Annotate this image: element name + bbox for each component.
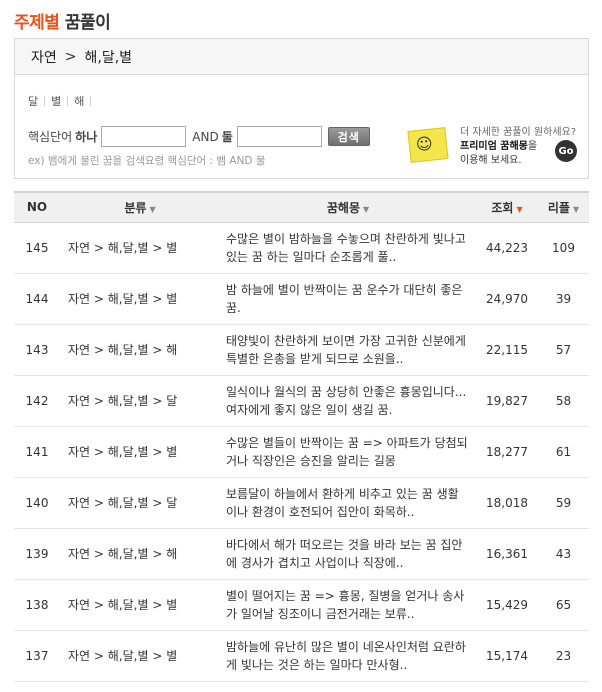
row-replies: 43 <box>538 528 589 580</box>
row-category[interactable]: 자연 > 해,달,별 > 별 <box>60 222 220 274</box>
header-dream[interactable]: 꿈해몽 ▼ <box>220 191 476 223</box>
header-views[interactable]: 조회 ▼ <box>476 191 538 223</box>
premium-promo[interactable]: ☺ 더 자세한 꿈풀이 원하세요? 프리미엄 꿈해몽을 이용해 보세요. Go <box>407 123 589 171</box>
header-no: NO <box>14 191 60 223</box>
search-example: ex) 뱀에게 물린 꿈을 검색요령 핵심단어 : 뱀 AND 물 <box>28 155 266 167</box>
subcategory-star[interactable]: 별 <box>51 93 61 109</box>
row-dream-link[interactable]: 보름달이 하늘에서 환하게 비추고 있는 꿈 생활이나 환경이 호전되어 집안이… <box>220 477 476 529</box>
row-dream-link[interactable]: 별이 떨어지는 꿈 => 흉몽, 질병을 얻거나 송사가 일어날 징조이니 금전… <box>220 579 476 631</box>
row-views: 22,115 <box>476 324 538 376</box>
header-replies[interactable]: 리플 ▼ <box>538 191 589 223</box>
header-category[interactable]: 분류 ▼ <box>60 191 220 223</box>
divider <box>90 96 92 106</box>
sort-down-icon: ▼ <box>516 204 523 214</box>
smiley-icon: ☺ <box>414 133 434 155</box>
row-dream-link[interactable]: 태양빛이 찬란하게 보이면 가장 고귀한 신분에게 특별한 은총을 받게 되므로… <box>220 324 476 376</box>
row-replies: 109 <box>538 222 589 274</box>
row-no: 145 <box>14 222 60 274</box>
row-views: 16,361 <box>476 528 538 580</box>
table-row: 144 자연 > 해,달,별 > 별 밤 하늘에 별이 반짝이는 꿈 운수가 대… <box>14 273 589 325</box>
row-views: 15,174 <box>476 630 538 682</box>
sort-down-icon: ▼ <box>149 204 156 214</box>
table-row: 139 자연 > 해,달,별 > 해 바다에서 해가 떠오르는 것을 바라 보는… <box>14 528 589 580</box>
keyword-two-label: 둘 <box>221 130 233 144</box>
and-label: AND <box>192 129 219 144</box>
keyword-one-input[interactable] <box>101 126 187 147</box>
row-views: 15,429 <box>476 579 538 631</box>
row-category[interactable]: 자연 > 해,달,별 > 별 <box>60 273 220 325</box>
page-title-accent: 주제별 <box>14 13 60 33</box>
row-no: 137 <box>14 630 60 682</box>
breadcrumb: 자연 > 해,달,별 <box>15 39 588 75</box>
row-views: 19,827 <box>476 375 538 427</box>
keyword-one-label: 하나 <box>75 130 98 144</box>
row-category[interactable]: 자연 > 해,달,별 > 별 <box>60 579 220 631</box>
row-no: 138 <box>14 579 60 631</box>
table-row: 141 자연 > 해,달,별 > 별 수많은 별들이 반짝이는 꿈 => 아파트… <box>14 426 589 478</box>
subcategory-nav: 달 별 해 <box>28 93 97 109</box>
sort-down-icon: ▼ <box>572 204 580 214</box>
row-dream-link[interactable]: 밤하늘에 유난히 많은 별이 네온사인처럼 요란하게 빛나는 것은 하는 일마다… <box>220 630 476 682</box>
row-replies: 58 <box>538 375 589 427</box>
row-dream-link[interactable]: 밤 하늘에 별이 반짝이는 꿈 운수가 대단히 좋은 꿈. <box>220 273 476 325</box>
table-header-row: NO 분류 ▼ 꿈해몽 ▼ 조회 ▼ 리플 ▼ <box>14 191 589 223</box>
table-row: 138 자연 > 해,달,별 > 별 별이 떨어지는 꿈 => 흉몽, 질병을 … <box>14 579 589 631</box>
breadcrumb-level2[interactable]: 해,달,별 <box>85 47 133 67</box>
keyword-two-input[interactable] <box>236 126 322 147</box>
row-no: 141 <box>14 426 60 478</box>
table-row: 145 자연 > 해,달,별 > 별 수많은 별이 밤하늘을 수놓으며 찬란하게… <box>14 222 589 274</box>
go-button[interactable]: Go <box>555 140 577 162</box>
row-views: 18,018 <box>476 477 538 529</box>
breadcrumb-separator: > <box>64 48 77 65</box>
row-category[interactable]: 자연 > 해,달,별 > 별 <box>60 630 220 682</box>
row-views: 24,970 <box>476 273 538 325</box>
row-replies: 59 <box>538 477 589 529</box>
sticky-note-icon: ☺ <box>407 127 449 163</box>
row-no: 140 <box>14 477 60 529</box>
table-row: 142 자연 > 해,달,별 > 달 일식이나 월식의 꿈 상당히 안좋은 흉몽… <box>14 375 589 427</box>
row-category[interactable]: 자연 > 해,달,별 > 해 <box>60 528 220 580</box>
row-dream-link[interactable]: 일식이나 월식의 꿈 상당히 안좋은 흉몽입니다...여자에게 좋지 않은 일이… <box>220 375 476 427</box>
subcategory-sun[interactable]: 해 <box>74 93 84 109</box>
sort-down-icon: ▼ <box>362 204 370 214</box>
row-replies: 57 <box>538 324 589 376</box>
subcategory-moon[interactable]: 달 <box>28 93 38 109</box>
row-replies: 65 <box>538 579 589 631</box>
search-panel: 자연 > 해,달,별 달 별 해 핵심단어 하나 AND 둘 검색 ex) 뱀에… <box>14 38 589 179</box>
divider <box>67 96 69 106</box>
divider <box>44 96 46 106</box>
search-button[interactable]: 검색 <box>327 127 370 146</box>
breadcrumb-level1[interactable]: 자연 <box>31 47 57 67</box>
row-views: 44,223 <box>476 222 538 274</box>
page-title: 주제별 꿈풀이 <box>14 8 111 33</box>
table-row: 143 자연 > 해,달,별 > 해 태양빛이 찬란하게 보이면 가장 고귀한 … <box>14 324 589 376</box>
promo-line3: 이용해 보세요. <box>460 155 522 166</box>
table-row: 140 자연 > 해,달,별 > 달 보름달이 하늘에서 환하게 비추고 있는 … <box>14 477 589 529</box>
table-row: 137 자연 > 해,달,별 > 별 밤하늘에 유난히 많은 별이 네온사인처럼… <box>14 630 589 682</box>
row-no: 144 <box>14 273 60 325</box>
row-no: 139 <box>14 528 60 580</box>
row-category[interactable]: 자연 > 해,달,별 > 해 <box>60 324 220 376</box>
row-dream-link[interactable]: 바다에서 해가 떠오르는 것을 바라 보는 꿈 집안에 경사가 겹치고 사업이나… <box>220 528 476 580</box>
row-replies: 61 <box>538 426 589 478</box>
row-views: 18,277 <box>476 426 538 478</box>
keyword-label: 핵심단어 <box>28 130 73 144</box>
dream-table: NO 분류 ▼ 꿈해몽 ▼ 조회 ▼ 리플 ▼ 145 자연 > 해,달,별 > 별 수… <box>14 191 589 682</box>
row-replies: 23 <box>538 630 589 682</box>
keyword-search-row: 핵심단어 하나 AND 둘 검색 <box>28 126 370 147</box>
promo-line1: 더 자세한 꿈풀이 원하세요? <box>460 127 577 138</box>
promo-line2-rest: 을 <box>527 141 538 152</box>
row-dream-link[interactable]: 수많은 별이 밤하늘을 수놓으며 찬란하게 빛나고 있는 꿈 하는 일마다 순조… <box>220 222 476 274</box>
row-no: 143 <box>14 324 60 376</box>
row-replies: 39 <box>538 273 589 325</box>
promo-line2: 프리미엄 꿈해몽을 <box>460 137 537 152</box>
row-category[interactable]: 자연 > 해,달,별 > 달 <box>60 477 220 529</box>
page-title-rest: 꿈풀이 <box>64 13 111 33</box>
row-no: 142 <box>14 375 60 427</box>
row-category[interactable]: 자연 > 해,달,별 > 별 <box>60 426 220 478</box>
row-dream-link[interactable]: 수많은 별들이 반짝이는 꿈 => 아파트가 당첨되거나 직장인은 승진을 알리… <box>220 426 476 478</box>
row-category[interactable]: 자연 > 해,달,별 > 달 <box>60 375 220 427</box>
